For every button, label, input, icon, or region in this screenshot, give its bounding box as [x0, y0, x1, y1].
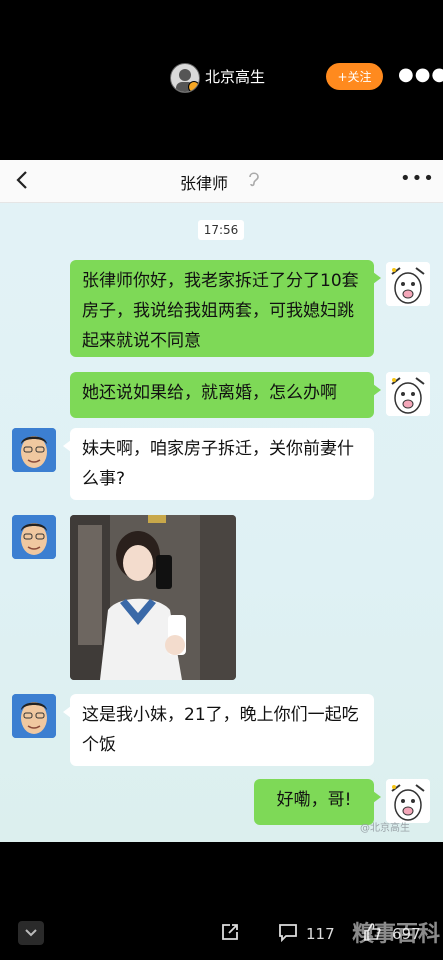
- message-text: 她还说如果给，就离婚，怎么办啊: [82, 383, 337, 403]
- author-watermark: @北京高生: [360, 823, 410, 834]
- ear-icon: [247, 170, 261, 192]
- verified-badge-icon: [188, 81, 199, 92]
- post-action-bar: 117 697 糗事百科: [0, 842, 443, 960]
- message-timestamp: 17:56: [198, 220, 244, 240]
- chat-bubble-sent: 张律师你好，我老家拆迁了分了10套房子，我说给我姐两套，可我媳妇跳起来就说不同意: [70, 260, 381, 357]
- self-avatar: [386, 262, 430, 306]
- chevron-left-icon: [12, 166, 36, 194]
- share-icon[interactable]: [220, 922, 240, 947]
- message-text: 这是我小妹，21了，晚上你们一起吃个饭: [82, 705, 359, 755]
- contact-avatar: [12, 428, 56, 472]
- chat-bubble-sent: 好嘞，哥!: [254, 779, 381, 825]
- message-text: 好嘞，哥!: [276, 790, 352, 810]
- chat-bubble-sent: 她还说如果给，就离婚，怎么办啊: [70, 372, 381, 418]
- author-avatar[interactable]: [170, 63, 200, 93]
- chat-screenshot: 张律师 ••• 17:56 张律师你好，我老家拆迁了分了10套房子，我说给我姐两…: [0, 160, 443, 842]
- message-text: 妹夫啊，咱家房子拆迁，关你前妻什么事?: [82, 439, 354, 489]
- author-name[interactable]: 北京高生: [205, 66, 265, 87]
- post-header: 北京高生 +关注 ●●●: [0, 0, 443, 160]
- comment-count: 117: [306, 925, 335, 943]
- chat-bubble-received: 妹夫啊，咱家房子拆迁，关你前妻什么事?: [63, 428, 374, 500]
- photo-message[interactable]: [70, 515, 236, 680]
- chat-bubble-received: 这是我小妹，21了，晚上你们一起吃个饭: [63, 694, 374, 766]
- contact-avatar: [12, 694, 56, 738]
- chat-more-icon: •••: [400, 168, 435, 189]
- follow-button[interactable]: +关注: [326, 63, 383, 90]
- more-options-icon[interactable]: ●●●: [398, 64, 443, 85]
- message-text: 张律师你好，我老家拆迁了分了10套房子，我说给我姐两套，可我媳妇跳起来就说不同意: [82, 271, 359, 351]
- chat-header: 张律师 •••: [0, 160, 443, 203]
- self-avatar: [386, 372, 430, 416]
- comment-icon[interactable]: [277, 922, 299, 947]
- chevron-down-icon[interactable]: [18, 921, 44, 945]
- self-avatar: [386, 779, 430, 823]
- contact-avatar: [12, 515, 56, 559]
- site-watermark: 糗事百科: [352, 922, 441, 947]
- contact-name: 张律师: [180, 174, 229, 193]
